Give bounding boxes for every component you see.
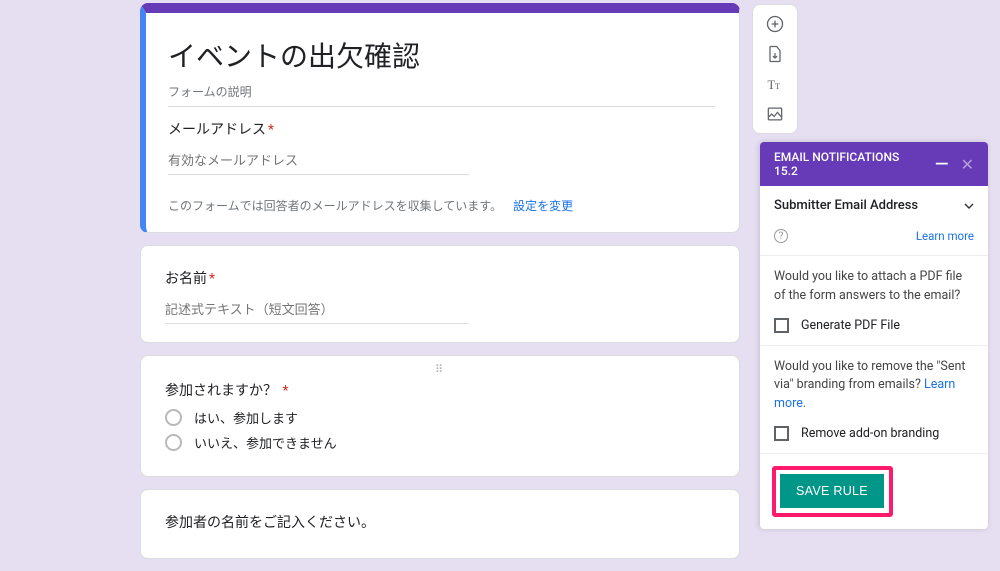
import-icon <box>765 44 785 64</box>
branding-checkbox-row[interactable]: Remove add-on branding <box>774 426 974 441</box>
panel-header[interactable]: EMAIL NOTIFICATIONS 15.2 — ✕ <box>760 142 988 186</box>
checkbox-icon[interactable] <box>774 426 789 441</box>
drag-handle-icon[interactable]: ⠿ <box>165 363 715 376</box>
radio-option-no[interactable]: いいえ、参加できません <box>165 433 715 452</box>
checkbox-icon[interactable] <box>774 318 789 333</box>
help-row: ? Learn more <box>774 229 974 243</box>
radio-option-yes[interactable]: はい、参加します <box>165 408 715 427</box>
submitter-email-dropdown[interactable]: Submitter Email Address <box>774 198 974 213</box>
attend-label-text: 参加されますか？ <box>165 383 277 399</box>
branding-section: Would you like to remove the "Sent via" … <box>760 346 988 453</box>
import-question-button[interactable] <box>755 39 795 69</box>
collect-note-text: このフォームでは回答者のメールアドレスを収集しています。 <box>168 199 502 213</box>
add-image-button[interactable] <box>755 99 795 129</box>
panel-title-line2: 15.2 <box>774 164 899 178</box>
form-canvas: イベントの出欠確認 フォームの説明 メールアドレス* このフォームでは回答者のメ… <box>140 3 740 571</box>
radio-icon <box>165 434 182 451</box>
pdf-section: Would you like to attach a PDF file of t… <box>760 256 988 346</box>
collect-note: このフォームでは回答者のメールアドレスを収集しています。 設定を変更 <box>168 197 715 214</box>
required-asterisk: * <box>282 383 288 399</box>
form-header-card[interactable]: イベントの出欠確認 フォームの説明 メールアドレス* このフォームでは回答者のメ… <box>140 3 740 233</box>
radio-label: いいえ、参加できません <box>194 433 337 452</box>
form-title[interactable]: イベントの出欠確認 <box>168 35 715 75</box>
floating-toolbar: TT <box>752 4 798 134</box>
panel-title-line1: EMAIL NOTIFICATIONS <box>774 150 899 164</box>
pdf-checkbox-row[interactable]: Generate PDF File <box>774 318 974 333</box>
required-asterisk: * <box>268 122 274 138</box>
email-input[interactable] <box>168 147 469 175</box>
image-icon <box>765 104 785 124</box>
caret-down-icon <box>964 201 974 211</box>
save-section: SAVE RULE <box>760 453 988 529</box>
dropdown-label: Submitter Email Address <box>774 198 918 213</box>
attend-question-card[interactable]: ⠿ 参加されますか？ * はい、参加します いいえ、参加できません <box>140 355 740 477</box>
minimize-icon[interactable]: — <box>935 154 949 175</box>
dropdown-section: Submitter Email Address ? Learn more <box>760 186 988 256</box>
attend-label: 参加されますか？ * <box>165 380 715 400</box>
pdf-question-text: Would you like to attach a PDF file of t… <box>774 268 974 306</box>
help-icon[interactable]: ? <box>774 229 788 243</box>
email-notifications-panel: EMAIL NOTIFICATIONS 15.2 — ✕ Submitter E… <box>760 142 988 529</box>
participant-question-card[interactable]: 参加者の名前をご記入ください。 <box>140 489 740 559</box>
branding-checkbox-label: Remove add-on branding <box>801 426 939 441</box>
required-asterisk: * <box>209 271 215 287</box>
add-question-button[interactable] <box>755 9 795 39</box>
change-settings-link[interactable]: 設定を変更 <box>513 199 573 213</box>
name-question-card[interactable]: お名前* <box>140 245 740 343</box>
panel-title: EMAIL NOTIFICATIONS 15.2 <box>774 150 899 178</box>
radio-icon <box>165 409 182 426</box>
text-icon: TT <box>765 74 785 94</box>
email-field-label: メールアドレス* <box>168 119 715 139</box>
plus-circle-icon <box>765 14 785 34</box>
email-label-text: メールアドレス <box>168 122 266 138</box>
learn-more-link[interactable]: Learn more <box>916 229 974 243</box>
pdf-checkbox-label: Generate PDF File <box>801 318 900 333</box>
name-input[interactable] <box>165 296 468 324</box>
radio-label: はい、参加します <box>194 408 298 427</box>
save-highlight-box: SAVE RULE <box>772 466 893 517</box>
branding-question-text: Would you like to remove the "Sent via" … <box>774 358 974 414</box>
save-rule-button[interactable]: SAVE RULE <box>780 474 884 508</box>
name-label: お名前* <box>165 268 715 288</box>
svg-text:T: T <box>775 82 780 91</box>
name-label-text: お名前 <box>165 271 207 287</box>
add-title-button[interactable]: TT <box>755 69 795 99</box>
form-description[interactable]: フォームの説明 <box>168 83 715 107</box>
close-icon[interactable]: ✕ <box>961 155 974 174</box>
participant-label: 参加者の名前をご記入ください。 <box>165 512 715 532</box>
